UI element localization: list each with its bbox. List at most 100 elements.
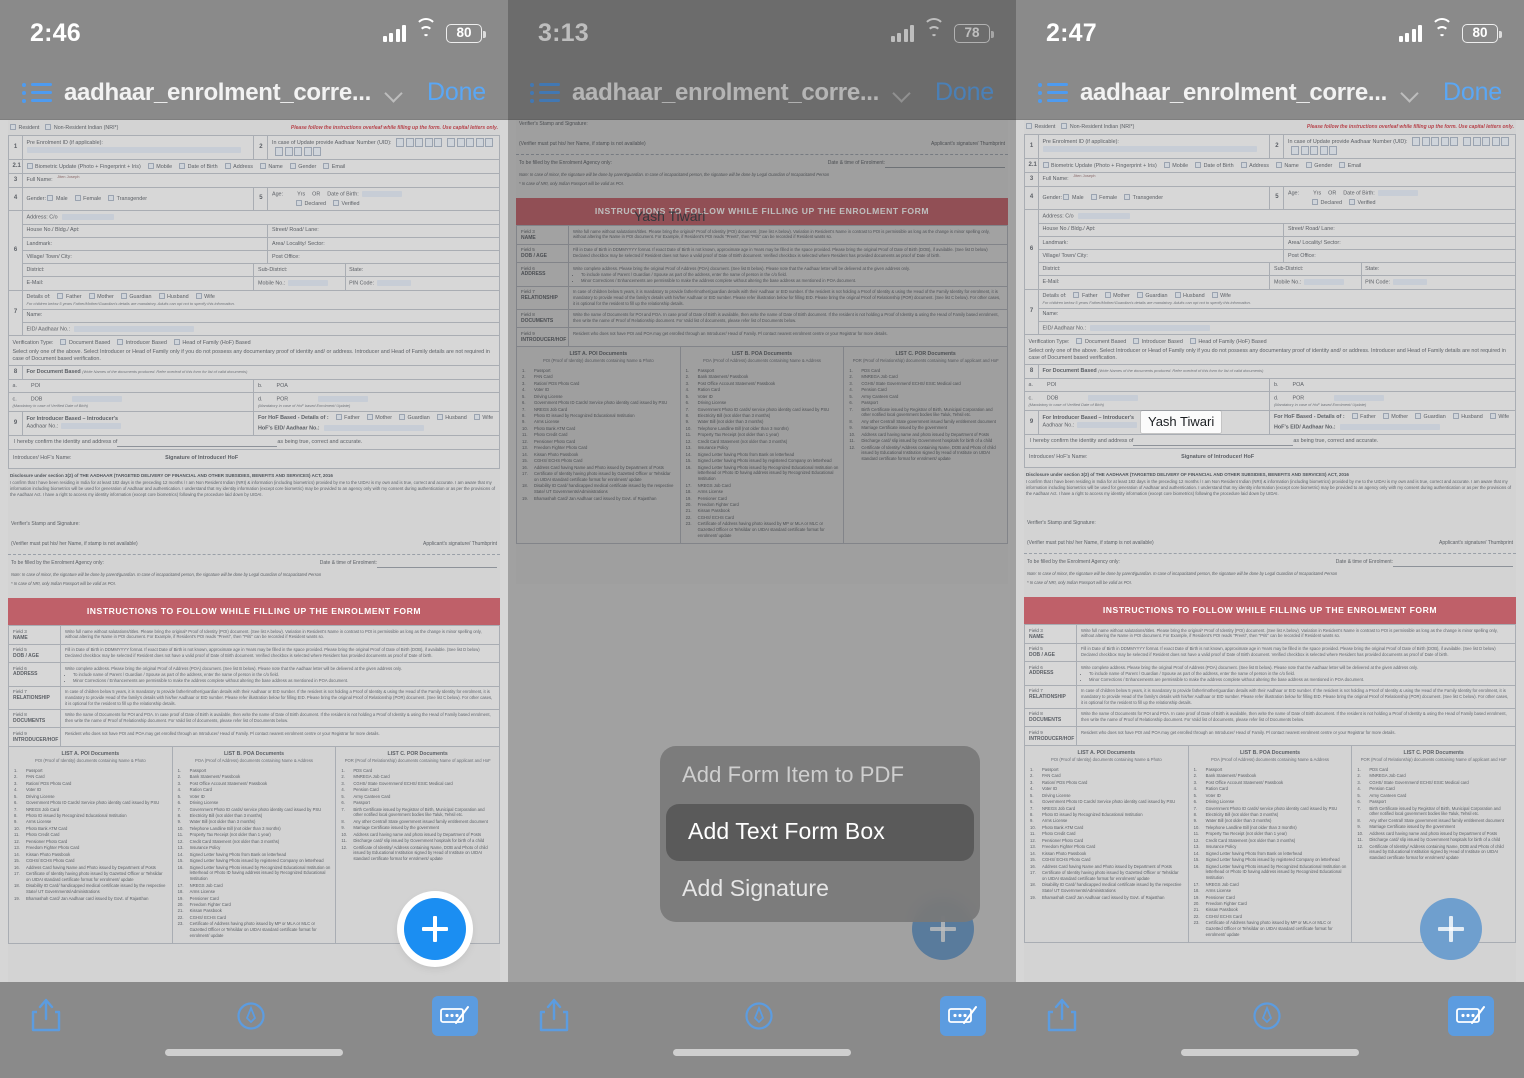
pin-code-field[interactable]: PIN Code: bbox=[1360, 275, 1517, 290]
checkbox-male[interactable]: Male bbox=[47, 195, 68, 202]
document-list-icon[interactable] bbox=[22, 83, 52, 103]
post-office-field[interactable]: Post Office: bbox=[267, 250, 500, 265]
full-name-field[interactable]: Full Name: Jiten Joseph bbox=[1038, 172, 1516, 187]
landmark-field[interactable]: Landmark: bbox=[1037, 235, 1285, 251]
por-doc-field[interactable]: d. POR (Mandatory in case of HoF based Enr… bbox=[253, 392, 500, 412]
relationship-details-field[interactable]: Details of: Father Mother Guardian Husband Wi… bbox=[22, 289, 500, 310]
age-dob-field[interactable]: Age: Yrs OR Date of Birth: Declared Verified bbox=[267, 186, 500, 212]
verification-type-field[interactable]: Verification Type: Document Based Introduc… bbox=[1024, 334, 1516, 366]
checkbox-name[interactable]: Name bbox=[1275, 161, 1299, 169]
checkbox-father[interactable]: Father bbox=[57, 293, 82, 300]
relative-eid-field[interactable]: EID/ Aadhaar No.: bbox=[22, 321, 500, 337]
hof-based-field[interactable]: For HoF Based - Details of : Father Mother… bbox=[253, 410, 500, 437]
checkbox-wife[interactable]: Wife bbox=[1489, 413, 1509, 420]
uid-boxes[interactable] bbox=[1412, 137, 1459, 147]
relationship-details-field[interactable]: Details of: Father Mother Guardian Husband Wi… bbox=[1038, 288, 1516, 309]
checkbox-introducer-based[interactable]: Introducer Based bbox=[1133, 338, 1183, 345]
introducer-name-form-field-selected[interactable]: Yash Tiwari bbox=[1141, 411, 1222, 433]
aadhaar-number-field[interactable]: In case of Update provide Aadhaar Number… bbox=[1283, 133, 1516, 159]
checkbox-father[interactable]: Father bbox=[1351, 413, 1376, 420]
checkbox-verified[interactable]: Verified bbox=[333, 199, 360, 207]
street-field[interactable]: Street/ Road/ Lane: bbox=[267, 223, 500, 238]
add-text-form-box-option[interactable]: Add Text Form Box bbox=[666, 804, 974, 861]
document-viewport-1[interactable]: Resident Non-Resident Indian (NRI*) Plea… bbox=[0, 120, 508, 982]
add-form-item-fab[interactable] bbox=[1420, 898, 1482, 960]
checkbox-mother[interactable]: Mother bbox=[1104, 292, 1130, 299]
nri-checkbox[interactable]: Non-Resident Indian (NRI*) bbox=[1061, 123, 1134, 131]
landmark-field[interactable]: Landmark: bbox=[21, 236, 269, 252]
house-no-field[interactable]: House No./ Bldg./ Apt: bbox=[21, 223, 269, 238]
enrolment-datetime-field[interactable]: Date & time of Enrolment: bbox=[1336, 559, 1513, 567]
dob-doc-field[interactable]: c. DOB (Mandatory in case of Verified Date… bbox=[7, 392, 255, 412]
done-button[interactable]: Done bbox=[1443, 78, 1502, 107]
checkbox-male[interactable]: Male bbox=[1063, 194, 1084, 201]
add-signature-option[interactable]: Add Signature bbox=[660, 861, 980, 918]
poa-field[interactable]: b. POA bbox=[253, 379, 500, 394]
markup-pen-icon[interactable] bbox=[739, 996, 779, 1040]
checkbox-email[interactable]: Email bbox=[1339, 161, 1361, 169]
checkbox-female[interactable]: Female bbox=[1090, 194, 1117, 201]
checkbox-husband[interactable]: Husband bbox=[1174, 292, 1205, 299]
checkbox-mobile[interactable]: Mobile bbox=[147, 162, 172, 170]
biometric-update-options[interactable]: Biometric Update (Photo + Fingerprint + … bbox=[22, 158, 500, 175]
share-icon[interactable] bbox=[30, 996, 70, 1040]
checkbox-document-based[interactable]: Document Based bbox=[60, 339, 110, 346]
checkbox-wife[interactable]: Wife bbox=[195, 293, 215, 300]
checkbox-wife[interactable]: Wife bbox=[473, 414, 493, 421]
area-field[interactable]: Area/ Locality/ Sector: bbox=[267, 236, 500, 252]
post-office-field[interactable]: Post Office: bbox=[1283, 249, 1516, 264]
pin-code-field[interactable]: PIN Code: bbox=[344, 276, 501, 291]
por-doc-field[interactable]: d. POR (Mandatory in case of HoF based Enr… bbox=[1269, 391, 1516, 411]
address-co-field[interactable]: Address: C/o bbox=[22, 210, 500, 225]
add-form-item-fab[interactable] bbox=[404, 898, 466, 960]
checkbox-mother[interactable]: Mother bbox=[366, 414, 392, 421]
sub-district-field[interactable]: Sub-District: bbox=[1269, 262, 1362, 277]
pre-enrolment-id-field[interactable]: Pre Enrolment ID (if applicable): bbox=[21, 134, 255, 160]
nri-checkbox[interactable]: Non-Resident Indian (NRI*) bbox=[45, 124, 118, 132]
checkbox-guardian[interactable]: Guardian bbox=[1415, 413, 1446, 420]
uid-boxes[interactable] bbox=[1290, 146, 1338, 156]
address-co-field[interactable]: Address: C/o bbox=[1038, 209, 1516, 224]
introducer-based-field[interactable]: For Introducer Based – Introducer's Aadha… bbox=[21, 410, 255, 437]
checkbox-gender[interactable]: Gender bbox=[289, 162, 316, 170]
poi-field[interactable]: a. POI bbox=[1023, 378, 1271, 393]
form-fill-icon[interactable] bbox=[940, 996, 986, 1036]
checkbox-document-based[interactable]: Document Based bbox=[1076, 338, 1126, 345]
checkbox-declared[interactable]: Declared bbox=[295, 199, 326, 207]
checkbox-guardian[interactable]: Guardian bbox=[1136, 292, 1168, 299]
chevron-down-icon[interactable] bbox=[383, 82, 405, 104]
age-dob-field[interactable]: Age: Yrs OR Date of Birth: Declared Verified bbox=[1283, 185, 1516, 211]
checkbox-email[interactable]: Email bbox=[323, 162, 345, 170]
house-no-field[interactable]: House No./ Bldg./ Apt: bbox=[1037, 222, 1285, 237]
uid-boxes[interactable] bbox=[1462, 137, 1510, 147]
checkbox-date-of-birth[interactable]: Date of Birth bbox=[1195, 161, 1234, 169]
checkbox-mother[interactable]: Mother bbox=[1382, 413, 1408, 420]
uid-boxes[interactable] bbox=[396, 138, 443, 148]
checkbox-gender[interactable]: Gender bbox=[1305, 161, 1332, 169]
form-fill-icon[interactable] bbox=[1448, 996, 1494, 1036]
checkbox-address[interactable]: Address bbox=[1240, 161, 1269, 169]
area-field[interactable]: Area/ Locality/ Sector: bbox=[1283, 235, 1516, 251]
dob-doc-field[interactable]: c. DOB (Mandatory in case of Verified Date… bbox=[1023, 391, 1271, 411]
village-field[interactable]: Village/ Town/ City: bbox=[1037, 249, 1285, 264]
checkbox-husband[interactable]: Husband bbox=[1452, 413, 1483, 420]
checkbox-mobile[interactable]: Mobile bbox=[1163, 161, 1188, 169]
document-viewport-3[interactable]: Resident Non-Resident Indian (NRI*) Plea… bbox=[1016, 120, 1524, 982]
state-field[interactable]: State: bbox=[344, 263, 501, 278]
mobile-field[interactable]: Mobile No.: bbox=[1269, 275, 1362, 290]
checkbox-verified[interactable]: Verified bbox=[1349, 198, 1376, 206]
checkbox-head-of-family-hof-based[interactable]: Head of Family (HoF) Based bbox=[1189, 338, 1267, 345]
checkbox-husband[interactable]: Husband bbox=[436, 414, 467, 421]
mobile-field[interactable]: Mobile No.: bbox=[253, 276, 346, 291]
checkbox-female[interactable]: Female bbox=[74, 195, 101, 202]
done-button[interactable]: Done bbox=[427, 78, 486, 107]
hof-based-field[interactable]: For HoF Based - Details of : Father Mother… bbox=[1269, 409, 1516, 436]
checkbox-introducer-based[interactable]: Introducer Based bbox=[117, 339, 167, 346]
checkbox-date-of-birth[interactable]: Date of Birth bbox=[179, 162, 218, 170]
district-field[interactable]: District: bbox=[1037, 262, 1271, 277]
uid-boxes[interactable] bbox=[446, 138, 494, 148]
full-name-field[interactable]: Full Name: Jiten Joseph bbox=[22, 173, 500, 188]
checkbox-transgender[interactable]: Transgender bbox=[108, 195, 147, 202]
aadhaar-number-field[interactable]: In case of Update provide Aadhaar Number… bbox=[267, 134, 500, 160]
biometric-update-options[interactable]: Biometric Update (Photo + Fingerprint + … bbox=[1038, 157, 1516, 174]
